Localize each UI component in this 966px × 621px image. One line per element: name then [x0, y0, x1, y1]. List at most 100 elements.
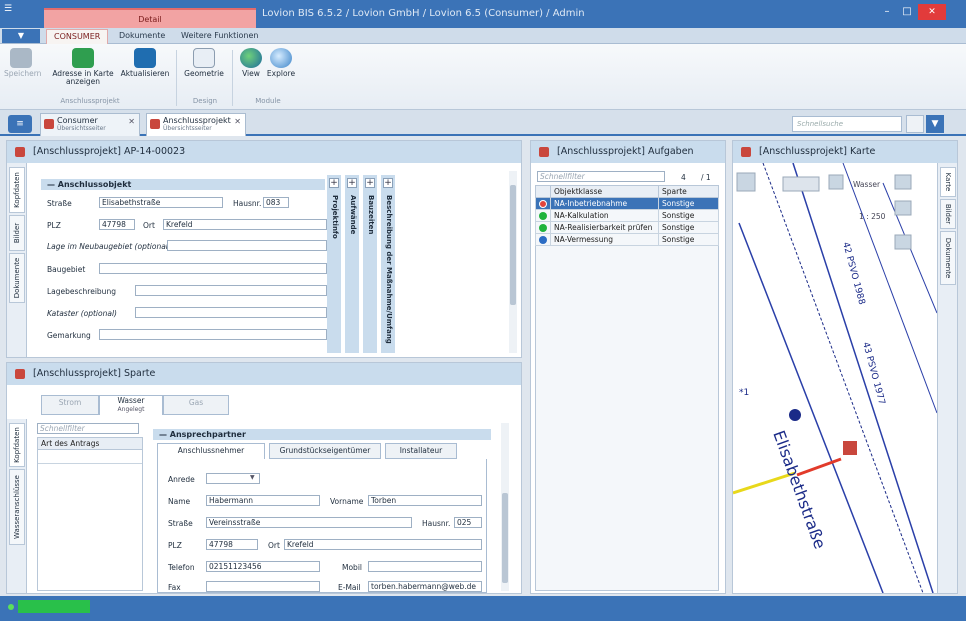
sparte-filter-input[interactable]: Schnellfilter	[37, 423, 139, 434]
mobil-field[interactable]	[368, 561, 482, 572]
label-neubaugebiet: Lage im Neubaugebiet (optional)	[47, 242, 171, 251]
vtab-kopfdaten[interactable]: Kopfdaten	[9, 167, 25, 213]
neubaugebiet-field[interactable]	[167, 240, 327, 251]
ribbon-separator	[176, 50, 177, 106]
table-header-row: Objektklasse Sparte	[535, 185, 719, 198]
sparte-scrollbar[interactable]	[501, 423, 509, 591]
vtab-bilder[interactable]: Bilder	[9, 215, 25, 251]
window-title: Lovion BIS 6.5.2 / Lovion GmbH / Lovion …	[262, 8, 585, 19]
chevron-down-icon[interactable]: ▼	[250, 474, 255, 481]
close-tab-icon[interactable]: ✕	[234, 117, 241, 126]
project-vertical-tabs: Kopfdaten Bilder Dokumente	[7, 163, 27, 357]
fax-field[interactable]	[206, 581, 320, 592]
layer-label: Wasser	[853, 180, 881, 189]
map-canvas[interactable]: Elisabethstraße 42 PSVO 1988 43 PSVO 197…	[733, 163, 937, 593]
explore-button[interactable]: Explore	[266, 48, 296, 78]
app-menu-button[interactable]: ▼	[2, 29, 40, 43]
expand-icon[interactable]: +	[347, 178, 357, 188]
strasse-field[interactable]: Elisabethstraße	[99, 197, 223, 208]
document-tab-bar: ≡ Consumer Übersichtsseiter ✕ Anschlussp…	[0, 110, 966, 136]
vtab-wasseranschluesse[interactable]: Wasseranschlüsse	[9, 469, 25, 545]
navigation-menu-icon[interactable]: ≡	[8, 115, 32, 133]
valve-marker[interactable]	[789, 409, 801, 421]
table-row[interactable]: NA-Inbetriebnahme Sonstige	[535, 197, 719, 210]
close-tab-icon[interactable]: ✕	[128, 117, 135, 126]
ribbon-separator	[232, 50, 233, 106]
tab-weitere-funktionen[interactable]: Weitere Funktionen	[174, 29, 265, 44]
kataster-field[interactable]	[135, 307, 327, 318]
search-options-button[interactable]	[906, 115, 924, 133]
scrollbar-thumb[interactable]	[510, 185, 516, 305]
quick-search-input[interactable]: Schnellsuche	[792, 116, 902, 132]
show-address-on-map-button[interactable]: Adresse in Karte anzeigen	[50, 48, 116, 86]
strip-projektinfo[interactable]: + Projektinfo	[327, 175, 341, 353]
strasse-field[interactable]: Vereinsstraße	[206, 517, 412, 528]
save-button[interactable]: Speichern	[4, 48, 41, 78]
restore-button[interactable]: □	[900, 6, 914, 18]
email-field[interactable]: torben.habermann@web.de	[368, 581, 482, 592]
house-marker-icon[interactable]	[843, 441, 857, 455]
column-sparte[interactable]: Sparte	[658, 185, 719, 198]
view-button[interactable]: View	[238, 48, 264, 78]
map-tool-icon[interactable]	[736, 172, 756, 192]
house-icon	[150, 119, 160, 129]
telefon-field[interactable]: 02151123456	[206, 561, 320, 572]
minimize-button[interactable]: –	[880, 6, 894, 18]
sparte-tab-wasser[interactable]: Wasser Angelegt	[99, 395, 163, 415]
ort-field[interactable]: Krefeld	[284, 539, 482, 550]
map-icon	[72, 48, 94, 68]
lagebeschreibung-field[interactable]	[135, 285, 327, 296]
baugebiet-field[interactable]	[99, 263, 327, 274]
vtab-bilder[interactable]: Bilder	[940, 199, 956, 229]
table-row[interactable]: NA-Realisierbarkeit prüfen Sonstige	[535, 221, 719, 234]
contact-tab-installateur[interactable]: Installateur	[385, 443, 457, 459]
scrollbar-thumb[interactable]	[502, 493, 508, 583]
expand-icon[interactable]: +	[329, 178, 339, 188]
tasks-filter-input[interactable]: Schnellfilter	[537, 171, 665, 182]
close-button[interactable]: ✕	[918, 4, 946, 20]
label-kataster: Kataster (optional)	[47, 309, 117, 318]
sparte-tab-gas[interactable]: Gas	[163, 395, 229, 415]
column-objektklasse[interactable]: Objektklasse	[550, 185, 659, 198]
vtab-kopfdaten[interactable]: Kopfdaten	[9, 423, 25, 467]
map-nav-arrows-icon[interactable]	[782, 176, 820, 192]
hausnr-field[interactable]: 083	[263, 197, 289, 208]
vtab-dokumente[interactable]: Dokumente	[940, 231, 956, 285]
contact-tab-grundstueckseigentuemer[interactable]: Grundstückseigentümer	[269, 443, 381, 459]
vtab-dokumente[interactable]: Dokumente	[9, 253, 25, 303]
list-item[interactable]	[38, 450, 142, 464]
quick-access-icon[interactable]: ☰	[4, 4, 40, 14]
plz-field[interactable]: 47798	[99, 219, 135, 230]
name-field[interactable]: Habermann	[206, 495, 320, 506]
strip-aufwaende[interactable]: + Aufwände	[345, 175, 359, 353]
vorname-field[interactable]: Torben	[368, 495, 482, 506]
tab-dokumente[interactable]: Dokumente	[112, 29, 172, 44]
contact-tab-anschlussnehmer[interactable]: Anschlussnehmer	[157, 443, 265, 459]
expand-icon[interactable]: +	[365, 178, 375, 188]
layer-icon[interactable]	[894, 174, 912, 190]
plz-field[interactable]: 47798	[206, 539, 258, 550]
sparte-tab-strom[interactable]: Strom	[41, 395, 99, 415]
table-row[interactable]: NA-Vermessung Sonstige	[535, 233, 719, 246]
ort-field[interactable]: Krefeld	[163, 219, 327, 230]
strip-bauzeiten[interactable]: + Bauzeiten	[363, 175, 377, 353]
vtab-karte[interactable]: Karte	[940, 167, 956, 197]
search-dropdown-icon[interactable]: ▼	[926, 115, 944, 133]
expand-icon[interactable]: +	[383, 178, 393, 188]
geometry-button[interactable]: Geometrie	[182, 48, 226, 78]
label-mobil: Mobil	[342, 563, 362, 572]
label-strasse: Straße	[168, 519, 193, 528]
layers-icon[interactable]	[894, 234, 912, 250]
doc-tab-consumer[interactable]: Consumer Übersichtsseiter ✕	[40, 113, 140, 136]
doc-tab-anschlussprojekt[interactable]: Anschlussprojekt Übersichtsseiter ✕	[146, 113, 246, 136]
ribbon: Speichern Adresse in Karte anzeigen Aktu…	[0, 44, 966, 110]
refresh-button[interactable]: Aktualisieren	[118, 48, 172, 78]
table-row[interactable]: NA-Kalkulation Sonstige	[535, 209, 719, 222]
gemarkung-field[interactable]	[99, 329, 327, 340]
project-scrollbar[interactable]	[509, 171, 517, 353]
zoom-icon[interactable]	[894, 200, 912, 216]
hausnr-field[interactable]: 025	[454, 517, 482, 528]
map-tool-icon[interactable]	[828, 174, 844, 190]
tab-consumer[interactable]: CONSUMER	[46, 29, 109, 44]
strip-beschreibung[interactable]: + Beschreibung der Maßnahme/Umfang	[381, 175, 395, 353]
